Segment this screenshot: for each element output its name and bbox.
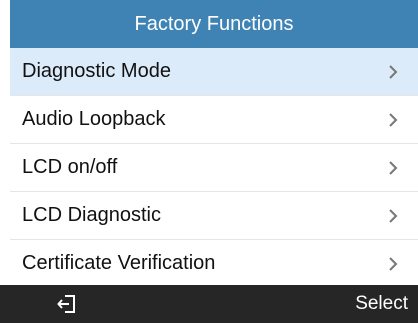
chevron-right-icon	[384, 207, 402, 225]
chevron-right-icon	[384, 159, 402, 177]
page-title: Factory Functions	[134, 12, 294, 35]
chevron-right-icon	[384, 255, 402, 273]
chevron-right-icon	[384, 111, 402, 129]
softkey-bar: Select	[0, 285, 418, 323]
exit-icon[interactable]	[56, 293, 78, 315]
chevron-right-icon	[384, 63, 402, 81]
menu-item-label: LCD Diagnostic	[22, 204, 161, 226]
menu-item-diagnostic-mode[interactable]: Diagnostic Mode	[10, 48, 418, 96]
factory-functions-menu: Diagnostic Mode Audio Loopback LCD on/of…	[10, 48, 418, 285]
page-title-bar: Factory Functions	[10, 0, 418, 48]
menu-item-audio-loopback[interactable]: Audio Loopback	[10, 96, 418, 144]
phone-screen: Factory Functions Diagnostic Mode Audio …	[0, 0, 418, 323]
left-margin	[0, 0, 10, 285]
menu-item-label: Audio Loopback	[22, 108, 166, 130]
menu-item-label: LCD on/off	[22, 156, 118, 178]
menu-item-label: Certificate Verification	[22, 252, 216, 274]
menu-item-certificate-verification[interactable]: Certificate Verification	[10, 240, 418, 285]
select-softkey[interactable]: Select	[355, 285, 408, 323]
menu-item-lcd-on-off[interactable]: LCD on/off	[10, 144, 418, 192]
menu-item-lcd-diagnostic[interactable]: LCD Diagnostic	[10, 192, 418, 240]
menu-item-label: Diagnostic Mode	[22, 60, 171, 82]
